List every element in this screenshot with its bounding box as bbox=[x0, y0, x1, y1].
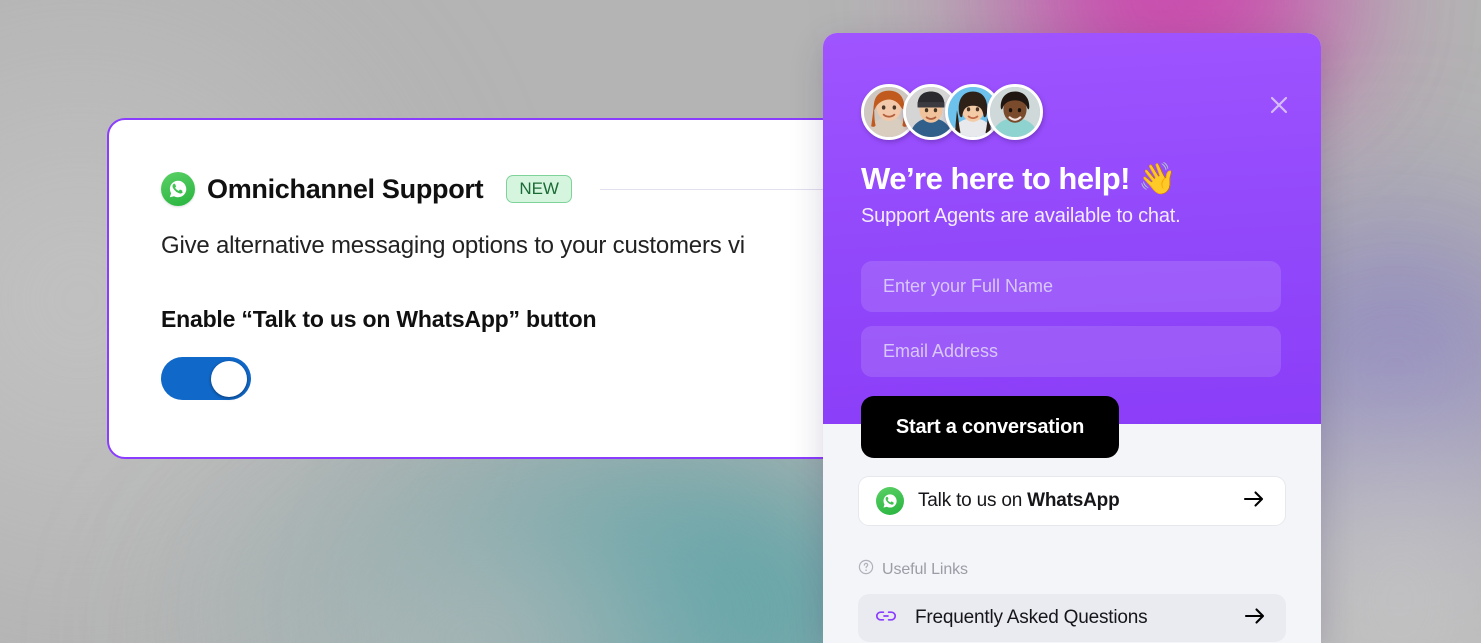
useful-links-title: Useful Links bbox=[882, 560, 968, 578]
whatsapp-link-label: Talk to us on WhatsApp bbox=[918, 490, 1242, 512]
agent-avatar-4 bbox=[987, 84, 1043, 140]
whatsapp-icon bbox=[161, 172, 195, 206]
list-item-label: Frequently Asked Questions bbox=[915, 607, 1148, 628]
whatsapp-link-bold: WhatsApp bbox=[1027, 490, 1120, 511]
list-item[interactable]: Frequently Asked Questions bbox=[858, 594, 1286, 642]
widget-subheading: Support Agents are available to chat. bbox=[861, 205, 1181, 227]
link-chain-icon bbox=[875, 608, 897, 629]
toggle-knob bbox=[211, 360, 247, 397]
page-title: Omnichannel Support bbox=[207, 173, 484, 204]
chat-widget: We’re here to help! 👋 Support Agents are… bbox=[823, 33, 1321, 643]
card-title-row: Omnichannel Support NEW bbox=[161, 172, 845, 206]
arrow-right-icon bbox=[1242, 489, 1268, 514]
omnichannel-support-card: Omnichannel Support NEW Give alternative… bbox=[107, 118, 847, 459]
whatsapp-link-prefix: Talk to us on bbox=[918, 490, 1028, 511]
question-circle-icon bbox=[858, 559, 874, 580]
enable-whatsapp-button-toggle[interactable] bbox=[161, 357, 251, 400]
toggle-label: Enable “Talk to us on WhatsApp” button bbox=[161, 306, 597, 332]
start-conversation-button[interactable]: Start a conversation bbox=[861, 396, 1119, 458]
close-icon[interactable] bbox=[1265, 91, 1293, 119]
card-description: Give alternative messaging options to yo… bbox=[161, 232, 745, 259]
useful-links-header: Useful Links bbox=[858, 559, 1286, 580]
widget-heading: We’re here to help! 👋 bbox=[861, 161, 1177, 196]
whatsapp-icon bbox=[876, 487, 904, 515]
agent-avatar-group bbox=[861, 84, 1043, 140]
arrow-right-icon bbox=[1243, 606, 1269, 631]
title-divider bbox=[599, 188, 845, 190]
talk-on-whatsapp-link[interactable]: Talk to us on WhatsApp bbox=[858, 476, 1286, 526]
status-badge: NEW bbox=[506, 174, 572, 204]
chat-widget-header: We’re here to help! 👋 Support Agents are… bbox=[823, 33, 1321, 458]
email-field[interactable] bbox=[861, 326, 1281, 377]
full-name-input[interactable] bbox=[861, 261, 1281, 312]
